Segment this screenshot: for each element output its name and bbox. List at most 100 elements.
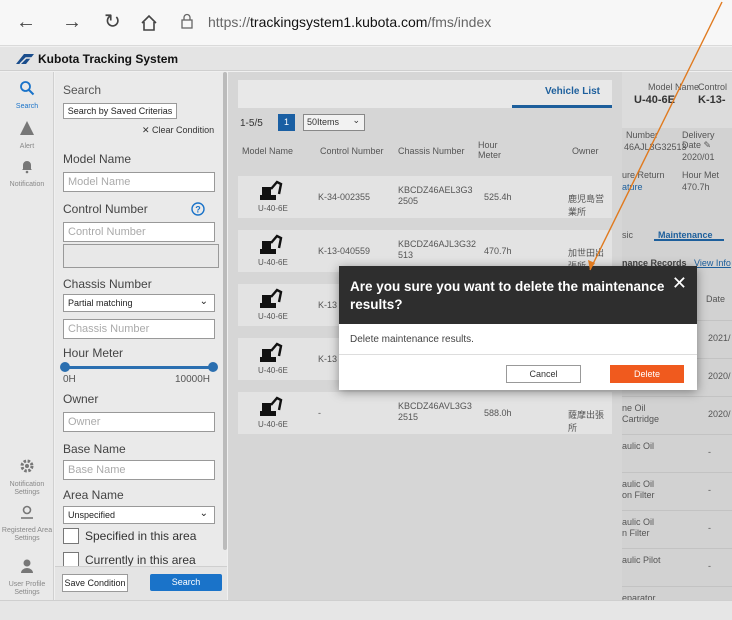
maintenance-item-date: 2021/ <box>708 333 731 343</box>
search-button[interactable]: Search <box>150 574 222 591</box>
rail-item-notification-settings[interactable]: Notification Settings <box>0 458 54 497</box>
base-name-label: Base Name <box>63 442 126 456</box>
column-header-owner: Owner <box>572 146 599 156</box>
row-chassis-number: KBCDZ46AEL3G3 2505 <box>398 185 473 206</box>
detail-return-link[interactable]: ature <box>622 182 643 192</box>
owner-input[interactable]: Owner <box>63 412 215 432</box>
chassis-number-label: Chassis Number <box>63 277 152 291</box>
specified-area-checkbox[interactable] <box>63 528 79 544</box>
clear-condition-link[interactable]: ✕ Clear Condition <box>142 125 214 136</box>
cancel-button[interactable]: Cancel <box>506 365 581 383</box>
model-name-label: Model Name <box>63 152 132 166</box>
dialog-footer: Cancel Delete <box>339 354 697 390</box>
hour-meter-label: Hour Meter <box>63 346 124 360</box>
hour-meter-max-handle[interactable] <box>208 362 218 372</box>
maintenance-row[interactable]: aulic Oil on Filter - <box>622 472 732 510</box>
detail-hour-label: Hour Met <box>682 170 720 180</box>
search-footer: Save Condition Search <box>55 566 227 600</box>
vehicle-list-tabs: Vehicle List <box>238 80 612 108</box>
rail-item-user-profile-settings[interactable]: User Profile Settings <box>0 558 54 597</box>
search-title: Search <box>63 83 102 97</box>
hour-meter-slider-track[interactable] <box>63 366 213 369</box>
home-icon[interactable] <box>140 14 158 32</box>
page-button[interactable]: 1 <box>278 114 295 131</box>
tab-vehicle-list[interactable]: Vehicle List <box>545 86 600 97</box>
row-owner: 鹿児島営業所 <box>568 194 605 217</box>
location-pin-icon <box>0 504 54 525</box>
status-bar <box>0 600 732 620</box>
control-number-label: Control Number <box>63 202 148 216</box>
help-icon[interactable]: ? <box>191 202 205 216</box>
items-per-page-select[interactable]: 50Items ⌄ <box>303 114 365 131</box>
pencil-icon[interactable]: ✎ <box>704 140 712 150</box>
detail-model-name-label: Model Name <box>648 82 700 92</box>
detail-number-value: 46AJL3G32513 <box>624 142 687 152</box>
column-header-chassis-number[interactable]: Chassis Number <box>398 146 465 156</box>
lock-icon[interactable] <box>180 13 194 29</box>
hour-meter-max-label: 10000H <box>175 374 211 385</box>
search-panel-scrollbar[interactable] <box>223 72 227 550</box>
base-name-input[interactable]: Base Name <box>63 460 215 480</box>
search-by-saved-criteria-button[interactable]: Search by Saved Criterias <box>63 103 177 119</box>
maintenance-item-date: - <box>708 561 711 571</box>
maintenance-row[interactable]: aulic Pilot - <box>622 548 732 586</box>
row-control-number: K-34-002355 <box>318 192 371 202</box>
save-condition-button[interactable]: Save Condition <box>62 574 128 592</box>
gear-icon <box>0 458 54 479</box>
specified-area-label: Specified in this area <box>85 529 197 543</box>
hour-meter-min-handle[interactable] <box>60 362 70 372</box>
area-name-label: Area Name <box>63 488 124 502</box>
detail-header: Model Name U-40-6E Control K-13- <box>622 72 732 128</box>
maintenance-item-date: 2020/ <box>708 371 731 381</box>
detail-control-label: Control <box>698 82 728 92</box>
close-icon[interactable]: ✕ <box>672 274 687 292</box>
chevron-down-icon: ⌄ <box>199 296 208 307</box>
column-header-model-name[interactable]: Model Name <box>242 146 293 156</box>
rail-item-notification[interactable]: Notification <box>0 158 54 189</box>
browser-toolbar: ← → ↻ https://trackingsystem1.kubota.com… <box>0 0 732 46</box>
maintenance-row[interactable]: aulic Oil n Filter - <box>622 510 732 548</box>
chassis-number-input[interactable]: Chassis Number <box>63 319 215 339</box>
rail-item-alert[interactable]: Alert <box>0 120 54 151</box>
row-control-number: K-13 <box>318 300 338 310</box>
kubota-logo-icon <box>16 54 34 65</box>
table-row[interactable]: U-40-6E - KBCDZ46AVL3G3 2515 588.0h 薩摩出張所 <box>238 392 612 434</box>
maintenance-item-date: 2020/ <box>708 409 731 419</box>
maintenance-row[interactable]: aulic Oil - <box>622 434 732 472</box>
alert-icon <box>0 120 54 141</box>
excavator-icon <box>260 396 283 416</box>
area-name-select[interactable]: Unspecified ⌄ <box>63 506 215 524</box>
address-bar[interactable]: https://trackingsystem1.kubota.com/fms/i… <box>208 14 491 30</box>
delete-confirm-dialog: Are you sure you want to delete the main… <box>339 266 697 390</box>
maintenance-item-date: - <box>708 523 711 533</box>
row-model-name: U-40-6E <box>258 366 288 375</box>
row-model-name: U-40-6E <box>258 312 288 321</box>
excavator-icon <box>260 342 283 362</box>
control-number-extra-field[interactable] <box>63 244 219 268</box>
maintenance-row[interactable]: ne Oil Cartridge 2020/ <box>622 396 732 434</box>
maintenance-item-date: - <box>708 485 711 495</box>
chassis-match-select[interactable]: Partial matching ⌄ <box>63 294 215 312</box>
currently-area-label: Currently in this area <box>85 553 196 567</box>
column-header-hour-meter[interactable]: Hour Meter <box>478 140 518 160</box>
maintenance-item-name: aulic Pilot <box>622 555 661 565</box>
table-row[interactable]: U-40-6E K-34-002355 KBCDZ46AEL3G3 2505 525.… <box>238 176 612 218</box>
delete-button[interactable]: Delete <box>610 365 684 383</box>
tab-basic[interactable]: sic <box>622 230 633 240</box>
maintenance-item-name: aulic Oil <box>622 441 655 451</box>
detail-date-value: 2020/01 <box>682 152 715 162</box>
rail-item-search[interactable]: Search <box>0 80 54 111</box>
rail-item-registered-area-settings[interactable]: Registered Area Settings <box>0 504 54 543</box>
control-number-input[interactable]: Control Number <box>63 222 215 242</box>
reload-icon[interactable]: ↻ <box>104 12 121 32</box>
arrow-right-icon[interactable]: → <box>62 12 82 32</box>
detail-delivery-label: Delivery <box>682 130 715 140</box>
view-info-link[interactable]: View Info <box>694 258 731 268</box>
arrow-left-icon[interactable]: ← <box>16 12 36 32</box>
row-owner: 薩摩出張所 <box>568 410 605 433</box>
column-header-control-number[interactable]: Control Number <box>320 146 384 156</box>
detail-number-label: Number <box>626 130 659 140</box>
model-name-input[interactable]: Model Name <box>63 172 215 192</box>
row-hour-meter: 588.0h <box>484 408 512 418</box>
row-model-name: U-40-6E <box>258 204 288 213</box>
